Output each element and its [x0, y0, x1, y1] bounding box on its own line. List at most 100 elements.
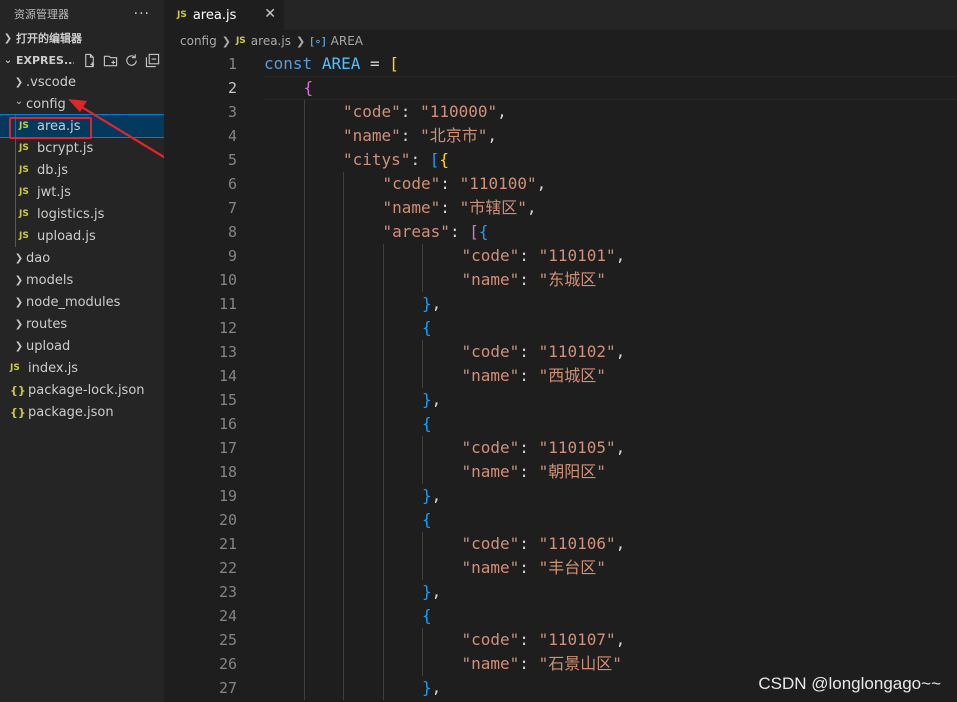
- indent-guide: [303, 460, 305, 484]
- new-folder-icon[interactable]: [103, 53, 118, 68]
- tree-item-bcrypt-js[interactable]: JS bcrypt.js: [0, 137, 164, 159]
- tree-item-label: upload: [26, 338, 71, 354]
- indent-guide: [382, 268, 384, 292]
- code-text: "code": "110102",: [462, 340, 626, 364]
- indent-guide: [422, 652, 423, 676]
- indent-guide: [382, 484, 384, 508]
- code-token: :: [519, 654, 539, 673]
- indent-guide: [343, 484, 344, 508]
- json-file-icon: {}: [10, 383, 26, 397]
- code-token: "110000": [420, 102, 498, 121]
- indent-guide: [303, 292, 305, 316]
- tree-item-models[interactable]: ❯ models: [0, 269, 164, 291]
- tab-bar: JS area.js ✕: [164, 0, 957, 30]
- tree-item-dao[interactable]: ❯ dao: [0, 247, 164, 269]
- tab-area-js[interactable]: JS area.js ✕: [164, 0, 284, 30]
- tree-item-package-lock-json[interactable]: {} package-lock.json: [0, 379, 164, 401]
- indent-guide: [15, 137, 16, 159]
- code-token: "name": [461, 462, 520, 481]
- code-token: ,: [497, 102, 507, 121]
- watermark: CSDN @longlongago~~: [758, 674, 941, 693]
- indent-guide: [343, 676, 344, 700]
- code-line: 14 "name": "西城区": [164, 364, 957, 388]
- collapse-all-icon[interactable]: [145, 53, 160, 68]
- code-token: "市辖区": [459, 198, 527, 217]
- breadcrumb-file[interactable]: area.js: [251, 34, 291, 48]
- code-line: 1 const AREA = [: [164, 52, 957, 76]
- indent-guide: [343, 244, 344, 268]
- line-number: 6: [227, 175, 237, 193]
- tree-item-vscode[interactable]: ❯ .vscode: [0, 71, 164, 93]
- line-number: 25: [218, 631, 237, 649]
- code-token: {: [303, 78, 314, 97]
- line-number: 27: [218, 679, 237, 697]
- chevron-right-icon: ❯: [221, 34, 231, 48]
- open-editors-section[interactable]: ❯ 打开的编辑器: [0, 27, 164, 49]
- code-token: =: [360, 54, 390, 73]
- chevron-down-icon: ⌄: [3, 54, 13, 66]
- file-tree: ❯ .vscode ⌄ config JS area.js JS bcrypt.js JS db.…: [0, 71, 164, 423]
- indent-guide: [343, 268, 344, 292]
- tree-item-config[interactable]: ⌄ config: [0, 93, 164, 115]
- code-text: },: [422, 676, 441, 700]
- code-token: ,: [431, 678, 442, 697]
- explorer-header: 资源管理器 ···: [0, 0, 164, 27]
- project-section[interactable]: ⌄ EXPRES...: [0, 49, 164, 71]
- indent-guide: [422, 268, 423, 292]
- tree-item-logistics-js[interactable]: JS logistics.js: [0, 203, 164, 225]
- tree-item-jwt-js[interactable]: JS jwt.js: [0, 181, 164, 203]
- breadcrumb-folder[interactable]: config: [180, 34, 217, 48]
- code-token: :: [519, 270, 539, 289]
- tree-item-routes[interactable]: ❯ routes: [0, 313, 164, 335]
- indent-guide: [422, 244, 423, 268]
- indent-guide: [422, 364, 423, 388]
- tree-item-upload-js[interactable]: JS upload.js: [0, 225, 164, 247]
- tree-item-node-modules[interactable]: ❯ node_modules: [0, 291, 164, 313]
- code-token: "110107": [538, 630, 616, 649]
- code-area[interactable]: 1 const AREA = [2{3 "code": "110000", 4 "nam…: [164, 52, 957, 702]
- code-line: 19},: [164, 484, 957, 508]
- indent-guide: [343, 628, 344, 652]
- code-line: 10 "name": "东城区": [164, 268, 957, 292]
- tree-item-upload[interactable]: ❯ upload: [0, 335, 164, 357]
- indent-guide: [343, 172, 344, 196]
- line-number: 12: [218, 319, 237, 337]
- new-file-icon[interactable]: [82, 53, 97, 68]
- line-number: 9: [227, 247, 237, 265]
- code-token: :: [410, 150, 430, 169]
- indent-guide: [343, 316, 344, 340]
- line-number: 4: [227, 127, 237, 145]
- tree-item-label: logistics.js: [37, 206, 105, 222]
- line-number: 18: [218, 463, 237, 481]
- more-actions-icon[interactable]: ···: [134, 6, 150, 22]
- refresh-icon[interactable]: [124, 53, 139, 68]
- code-token: const: [264, 54, 313, 73]
- tab-label: area.js: [192, 7, 237, 23]
- close-icon[interactable]: ✕: [264, 6, 276, 22]
- tree-item-label: db.js: [37, 162, 69, 178]
- code-token: "code": [461, 246, 520, 265]
- tree-item-area-js[interactable]: JS area.js: [0, 114, 164, 138]
- code-token: :: [519, 366, 539, 385]
- code-token: ,: [487, 126, 497, 145]
- code-token: "name": [343, 126, 401, 145]
- indent-guide: [343, 604, 344, 628]
- tree-item-db-js[interactable]: JS db.js: [0, 159, 164, 181]
- indent-guide: [382, 388, 384, 412]
- project-name: EXPRES...: [16, 53, 74, 67]
- code-text: "citys": [{: [343, 148, 449, 172]
- code-line: 5 "citys": [{: [164, 148, 957, 172]
- code-token: "西城区": [538, 366, 606, 385]
- breadcrumb-symbol[interactable]: AREA: [331, 34, 363, 48]
- code-token: :: [519, 246, 539, 265]
- line-number: 5: [227, 151, 237, 169]
- code-line: 21 "code": "110106",: [164, 532, 957, 556]
- code-token: "code": [461, 342, 520, 361]
- tree-item-index-js[interactable]: JS index.js: [0, 357, 164, 379]
- indent-guide: [15, 159, 16, 181]
- js-file-icon: JS: [19, 187, 29, 197]
- code-token: "110101": [538, 246, 616, 265]
- tree-item-package-json[interactable]: {} package.json: [0, 401, 164, 423]
- indent-guide: [382, 436, 384, 460]
- indent-guide: [15, 225, 16, 247]
